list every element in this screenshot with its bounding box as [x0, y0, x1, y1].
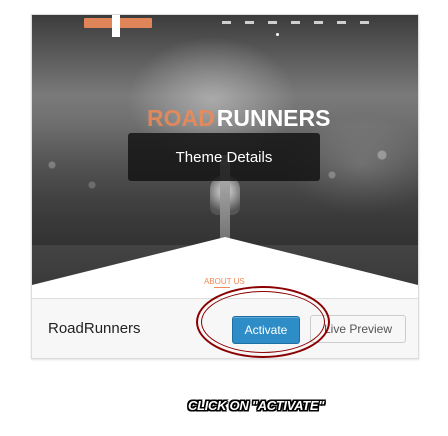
instruction-caption: CLICK ON "ACTIVATE" [188, 398, 325, 413]
theme-preview-logo: ROAD RUNNERS [147, 103, 330, 133]
theme-preview-logo-runners: RUNNERS [216, 104, 331, 131]
highlight-circle-inner [201, 291, 325, 353]
theme-preview-logo-road: ROAD [147, 104, 215, 131]
theme-preview-nav-dot [276, 33, 279, 36]
theme-preview-nav-marker [112, 15, 120, 37]
theme-preview-about-label: ABOUT US [204, 277, 245, 286]
theme-preview-about-underline [214, 287, 230, 288]
theme-details-button[interactable]: Theme Details [128, 133, 320, 181]
theme-preview-nav [32, 15, 418, 37]
theme-name: RoadRunners [48, 320, 141, 337]
theme-preview-nav-links [222, 21, 369, 24]
